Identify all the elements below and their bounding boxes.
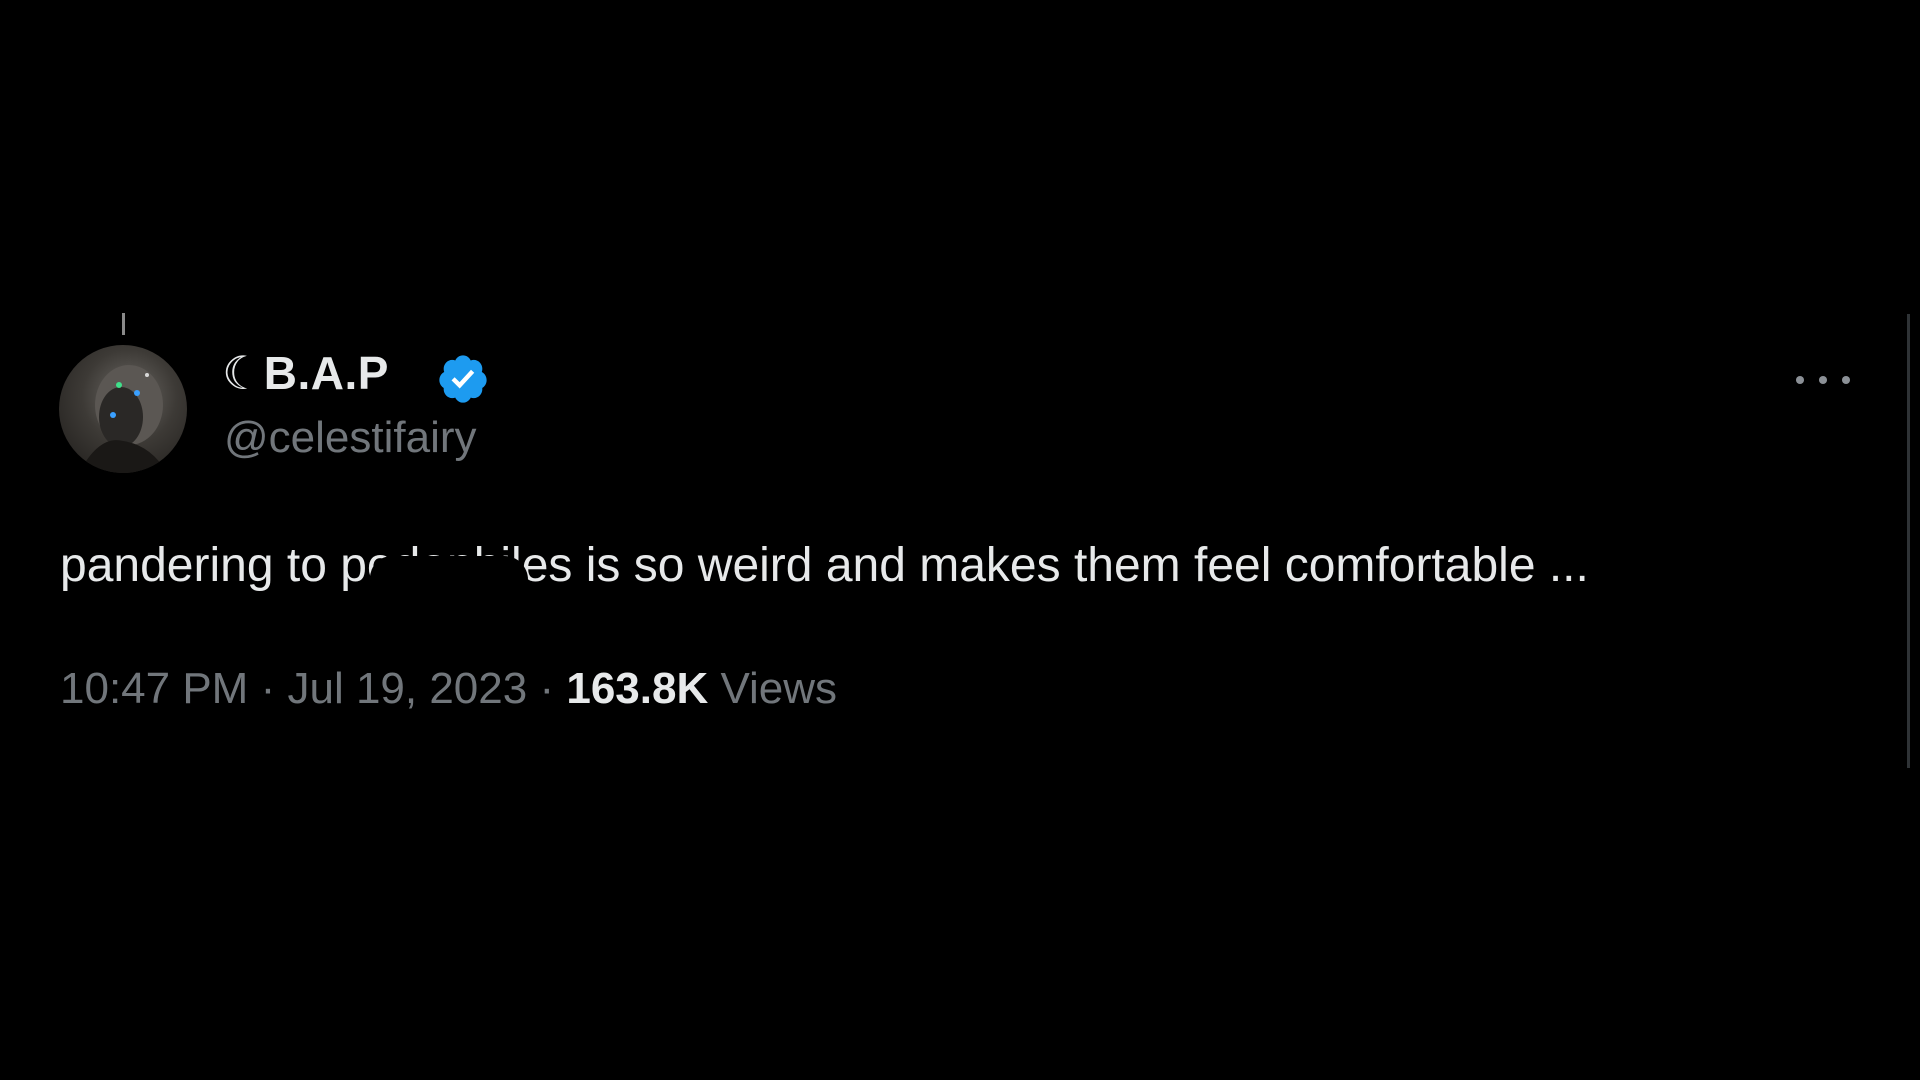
- verified-badge-icon: [436, 352, 490, 406]
- more-options-icon[interactable]: [1796, 364, 1850, 396]
- more-dot: [1796, 376, 1804, 384]
- panel-border: [1907, 314, 1910, 768]
- tweet-date[interactable]: Jul 19, 2023: [287, 664, 527, 713]
- redaction-mark: [370, 556, 528, 600]
- views-count: 163.8K: [566, 664, 709, 713]
- avatar[interactable]: [59, 345, 187, 473]
- more-dot: [1819, 376, 1827, 384]
- tweet-meta: 10:47 PM · Jul 19, 2023 · 163.8K Views: [60, 664, 837, 714]
- display-name[interactable]: ☾B.A.P: [222, 346, 389, 400]
- avatar-image: [79, 365, 167, 473]
- tweet-text: pandering to pedophiles is so weird and …: [60, 539, 1589, 592]
- meta-separator: ·: [260, 664, 276, 713]
- more-dot: [1842, 376, 1850, 384]
- username-handle[interactable]: @celestifairy: [224, 413, 477, 463]
- tweet-time[interactable]: 10:47 PM: [60, 664, 248, 713]
- thread-line: [122, 313, 125, 335]
- page: ☾B.A.P @celestifairy pandering to pedoph…: [0, 0, 1920, 1080]
- meta-separator: ·: [539, 664, 555, 713]
- views-label: Views: [720, 664, 838, 713]
- tweet-card[interactable]: ☾B.A.P @celestifairy pandering to pedoph…: [0, 0, 1920, 1080]
